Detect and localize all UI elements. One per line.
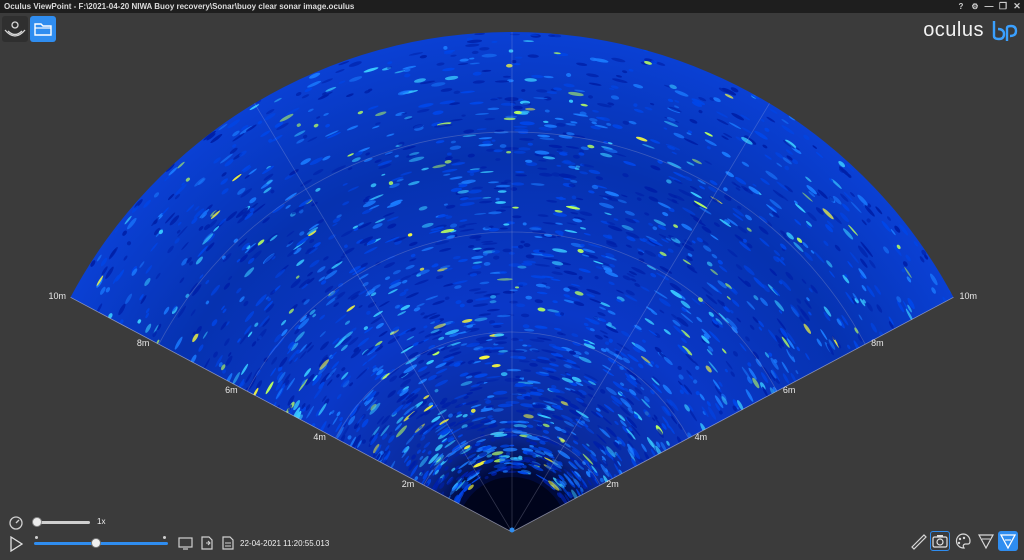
palette-button[interactable] bbox=[953, 531, 973, 551]
gain-icon bbox=[977, 534, 995, 550]
timeline-slider[interactable] bbox=[34, 542, 168, 545]
speed-slider-handle[interactable] bbox=[32, 517, 42, 527]
range-label-left: 4m bbox=[313, 432, 326, 443]
range-label-left: 6m bbox=[225, 385, 238, 396]
sonar-return bbox=[510, 187, 518, 191]
range-label-right: 2m bbox=[606, 479, 619, 490]
range-label-left: 10m bbox=[48, 291, 67, 302]
file-info-icon[interactable] bbox=[220, 535, 236, 551]
timeline-handle[interactable] bbox=[91, 538, 101, 548]
range-label-left: 8m bbox=[136, 338, 150, 349]
measure-tool-button[interactable] bbox=[908, 531, 928, 551]
sonar-origin bbox=[509, 527, 515, 533]
filter-button[interactable] bbox=[998, 531, 1018, 551]
timeline-start-marker bbox=[35, 536, 38, 539]
camera-icon bbox=[932, 535, 948, 548]
filter-icon bbox=[999, 534, 1017, 550]
palette-icon bbox=[955, 533, 971, 549]
measure-tool-icon bbox=[911, 534, 927, 550]
speed-gauge-icon bbox=[9, 516, 23, 530]
speed-slider[interactable] bbox=[36, 521, 90, 524]
speed-value: 1x bbox=[97, 517, 106, 526]
export-icon[interactable] bbox=[199, 535, 215, 551]
gain-button[interactable] bbox=[976, 531, 996, 551]
timestamp: 22-04-2021 11:20:55.013 bbox=[240, 539, 330, 548]
range-label-right: 6m bbox=[782, 385, 796, 396]
range-label-right: 10m bbox=[959, 291, 977, 302]
sonar-return bbox=[504, 97, 519, 102]
timeline-end-marker bbox=[163, 536, 166, 539]
sonar-return bbox=[508, 49, 514, 53]
snapshot-button[interactable] bbox=[930, 531, 950, 551]
range-label-right: 8m bbox=[871, 338, 884, 349]
display-icon[interactable] bbox=[178, 535, 194, 551]
range-label-right: 4m bbox=[694, 432, 708, 443]
sonar-image[interactable] bbox=[0, 0, 1024, 560]
play-button[interactable] bbox=[9, 536, 23, 552]
sonar-return bbox=[505, 115, 518, 119]
range-label-left: 2m bbox=[401, 479, 415, 490]
